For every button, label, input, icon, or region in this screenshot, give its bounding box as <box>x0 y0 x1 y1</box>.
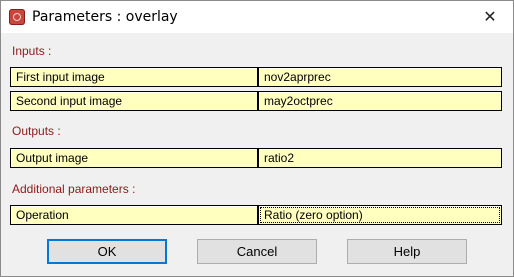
cancel-button[interactable]: Cancel <box>197 239 317 264</box>
outputs-section-label: Outputs : <box>12 124 61 138</box>
param-row-output: Output image ratio2 <box>10 148 502 170</box>
app-icon <box>9 9 25 25</box>
first-input-image-field[interactable]: nov2aprprec <box>258 67 502 87</box>
param-label: Operation <box>10 205 258 225</box>
param-label: Output image <box>10 148 258 168</box>
help-button[interactable]: Help <box>347 239 467 264</box>
additional-section-label: Additional parameters : <box>12 182 136 196</box>
param-label: First input image <box>10 67 258 87</box>
param-label: Second input image <box>10 91 258 111</box>
title-bar[interactable]: Parameters : overlay ✕ <box>1 1 513 33</box>
param-row-first-input: First input image nov2aprprec <box>10 67 502 89</box>
dialog-window: Parameters : overlay ✕ Inputs : First in… <box>0 0 514 277</box>
ok-button[interactable]: OK <box>47 239 167 264</box>
output-image-field[interactable]: ratio2 <box>258 148 502 168</box>
operation-field[interactable]: Ratio (zero option) <box>258 205 502 225</box>
window-title: Parameters : overlay <box>32 9 178 25</box>
second-input-image-field[interactable]: may2octprec <box>258 91 502 111</box>
param-row-second-input: Second input image may2octprec <box>10 91 502 113</box>
param-row-operation: Operation Ratio (zero option) <box>10 205 502 227</box>
inputs-section-label: Inputs : <box>12 44 52 58</box>
close-icon[interactable]: ✕ <box>467 1 513 33</box>
